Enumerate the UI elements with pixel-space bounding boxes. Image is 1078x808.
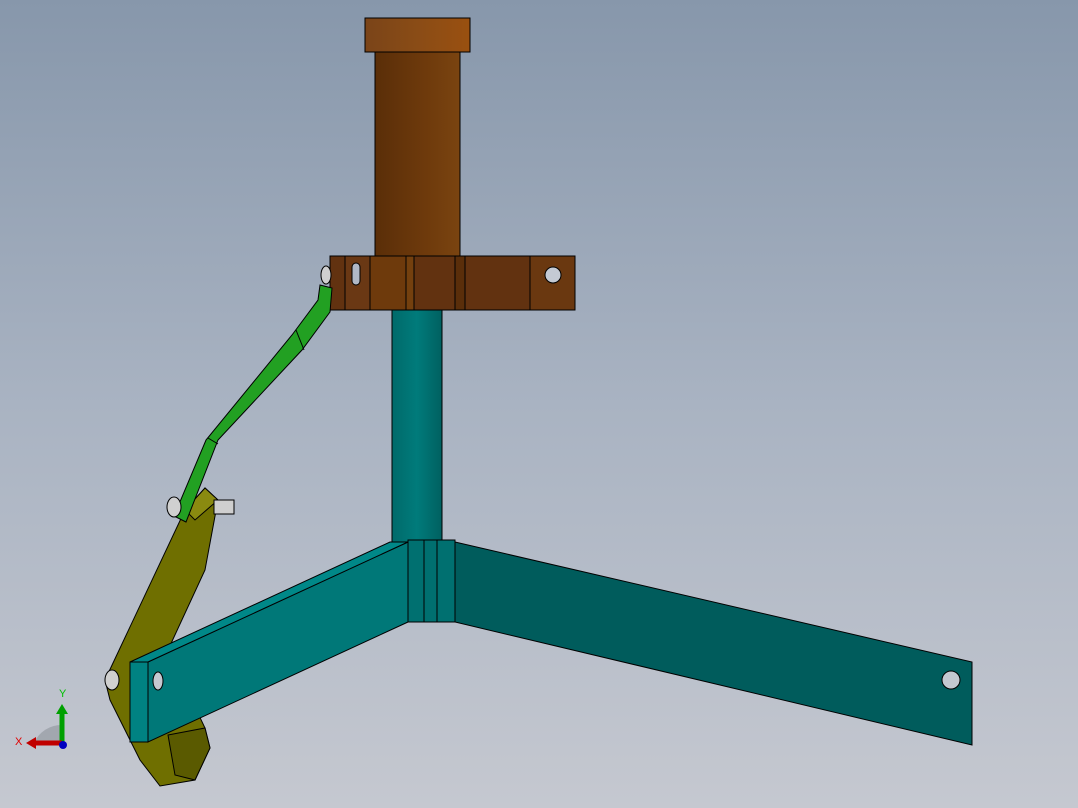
cylinder-part[interactable] [364, 17, 471, 259]
bolt-lower [104, 669, 120, 691]
cad-viewport[interactable]: Y X [0, 0, 1078, 808]
bolt-middle [166, 496, 182, 518]
axis-triad: Y X [15, 688, 68, 749]
bolt-top [320, 265, 332, 285]
clamp-block[interactable] [329, 255, 576, 311]
triad-y-label: Y [59, 688, 67, 700]
bolt-shaft [213, 499, 235, 515]
green-link[interactable] [173, 284, 333, 523]
triad-x-label: X [15, 736, 23, 748]
center-hub[interactable] [407, 539, 456, 623]
teal-post[interactable] [391, 307, 443, 546]
right-arm[interactable] [454, 541, 973, 746]
